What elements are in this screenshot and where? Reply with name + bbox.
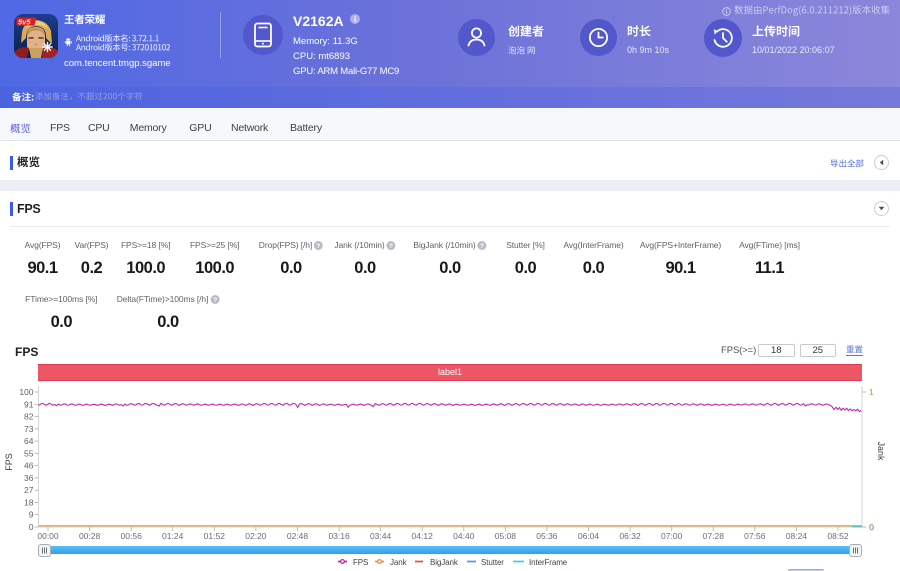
svg-text:06:04: 06:04: [578, 531, 600, 541]
svg-text:04:40: 04:40: [453, 531, 475, 541]
svg-text:04:12: 04:12: [412, 531, 434, 541]
svg-text:01:24: 01:24: [162, 531, 184, 541]
svg-text:0: 0: [29, 522, 34, 532]
svg-text:00:28: 00:28: [79, 531, 101, 541]
svg-text:36: 36: [24, 473, 34, 483]
svg-text:Stutter: Stutter: [481, 558, 504, 567]
svg-text:00:00: 00:00: [37, 531, 59, 541]
svg-text:27: 27: [24, 485, 34, 495]
svg-text:07:28: 07:28: [703, 531, 725, 541]
svg-text:Jank: Jank: [876, 441, 886, 461]
svg-text:08:24: 08:24: [786, 531, 808, 541]
svg-text:91: 91: [24, 399, 34, 409]
svg-text:01:52: 01:52: [204, 531, 226, 541]
svg-text:BigJank: BigJank: [430, 558, 459, 567]
svg-text:55: 55: [24, 448, 34, 458]
svg-text:Jank: Jank: [390, 558, 408, 567]
svg-text:08:52: 08:52: [827, 531, 849, 541]
svg-text:73: 73: [24, 424, 34, 434]
svg-text:07:56: 07:56: [744, 531, 766, 541]
svg-text:FPS: FPS: [4, 453, 14, 471]
svg-text:06:32: 06:32: [619, 531, 641, 541]
svg-text:1: 1: [869, 387, 874, 397]
svg-text:18: 18: [24, 498, 34, 508]
svg-text:InterFrame: InterFrame: [529, 558, 568, 567]
svg-text:02:48: 02:48: [287, 531, 309, 541]
svg-text:64: 64: [24, 436, 34, 446]
svg-text:03:16: 03:16: [328, 531, 350, 541]
svg-text:FPS: FPS: [353, 558, 368, 567]
svg-text:46: 46: [24, 461, 34, 471]
svg-text:9: 9: [29, 510, 34, 520]
svg-text:00:56: 00:56: [121, 531, 143, 541]
svg-text:05:36: 05:36: [536, 531, 558, 541]
svg-text:100: 100: [19, 387, 33, 397]
svg-text:02:20: 02:20: [245, 531, 267, 541]
svg-text:03:44: 03:44: [370, 531, 392, 541]
svg-text:05:08: 05:08: [495, 531, 517, 541]
svg-text:07:00: 07:00: [661, 531, 683, 541]
svg-text:82: 82: [24, 412, 34, 422]
svg-text:0: 0: [870, 522, 875, 532]
